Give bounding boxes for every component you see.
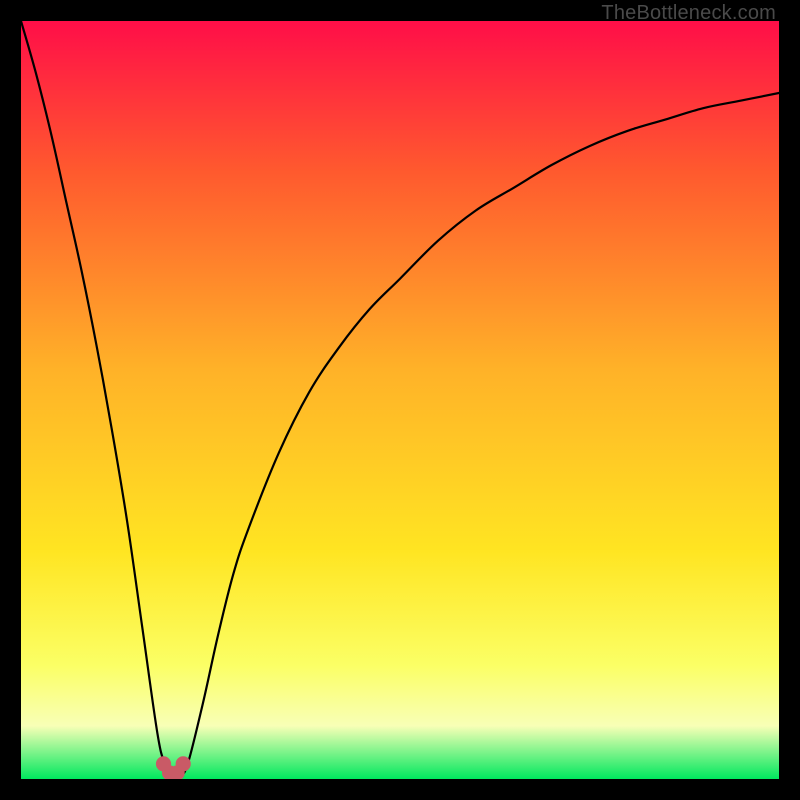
plot-area	[21, 21, 779, 779]
min-marker	[176, 756, 191, 771]
bottleneck-curve	[21, 21, 779, 777]
curve-layer	[21, 21, 779, 779]
watermark-text: TheBottleneck.com	[601, 2, 776, 25]
chart-stage: TheBottleneck.com	[0, 0, 800, 800]
min-marker-group	[156, 756, 191, 779]
